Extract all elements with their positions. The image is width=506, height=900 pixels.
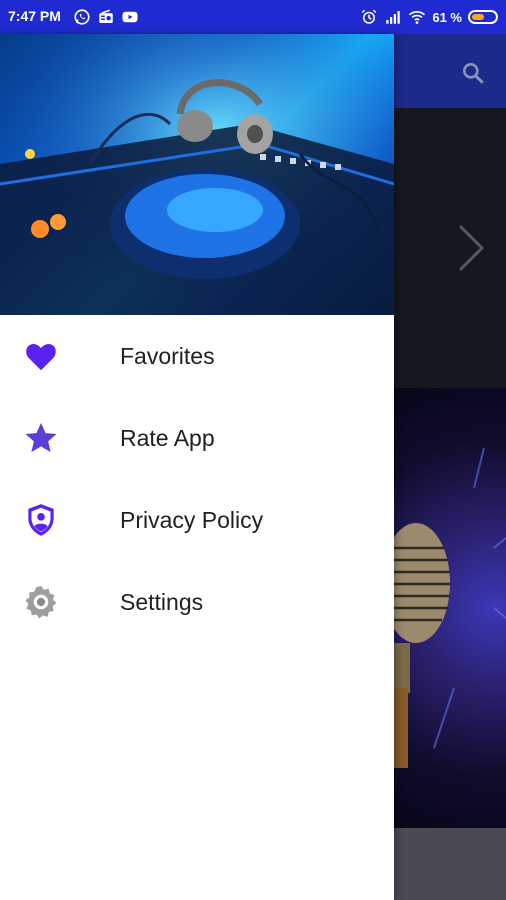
status-time: 7:47 PM xyxy=(8,8,61,24)
heart-icon xyxy=(26,344,56,371)
menu-item-settings[interactable]: Settings xyxy=(0,561,394,643)
menu-label-rate-app: Rate App xyxy=(120,425,215,451)
battery-level xyxy=(472,14,484,20)
navigation-drawer: Favorites Rate App Privacy Policy Settin… xyxy=(0,34,394,900)
menu-item-favorites[interactable]: Favorites xyxy=(0,315,394,397)
battery-percent: 61 % xyxy=(432,9,462,25)
shield-user-icon xyxy=(28,504,54,536)
menu-item-rate-app[interactable]: Rate App xyxy=(0,397,394,479)
menu-label-settings: Settings xyxy=(120,589,204,615)
microphone-icon xyxy=(394,447,506,768)
notification-icons xyxy=(73,8,139,26)
radio-icon xyxy=(99,9,113,23)
youtube-icon xyxy=(122,11,138,23)
drawer-header-image xyxy=(0,34,394,315)
star-icon xyxy=(25,422,57,453)
dj-turntable-image xyxy=(0,34,394,315)
search-icon[interactable] xyxy=(460,60,486,86)
bottom-bar xyxy=(394,828,506,900)
menu-label-privacy-policy: Privacy Policy xyxy=(120,507,264,533)
chevron-right-icon[interactable] xyxy=(452,222,492,274)
stage-banner xyxy=(394,388,506,828)
system-status: 61 % xyxy=(360,8,498,26)
wifi-icon xyxy=(409,11,426,24)
menu-item-privacy-policy[interactable]: Privacy Policy xyxy=(0,479,394,561)
drawer-menu: Favorites Rate App Privacy Policy Settin… xyxy=(0,315,394,643)
signal-icon xyxy=(386,11,401,24)
battery-icon xyxy=(468,10,498,24)
menu-label-favorites: Favorites xyxy=(120,343,215,369)
alarm-icon xyxy=(362,9,377,24)
status-bar: 7:47 PM 61 % xyxy=(0,0,506,34)
gear-icon xyxy=(25,585,57,619)
whatsapp-icon xyxy=(74,9,90,25)
